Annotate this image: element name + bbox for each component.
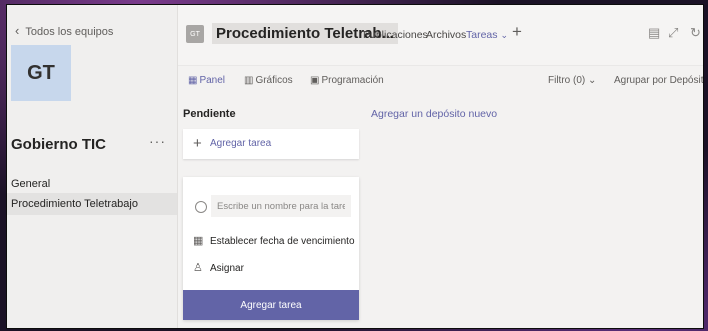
channel-header: GT Procedimiento Teletrab... Publicacion…: [178, 5, 703, 66]
plus-icon: +: [193, 135, 202, 152]
tab-publicaciones[interactable]: Publicaciones: [363, 29, 428, 41]
view-programacion-label: Programación: [321, 75, 384, 86]
expand-icon[interactable]: ⤢: [668, 25, 678, 41]
back-label: Todos los equipos: [25, 26, 114, 38]
add-task-button[interactable]: Agregar tarea: [183, 290, 359, 320]
back-to-teams-link[interactable]: ‹ Todos los equipos: [15, 23, 113, 38]
bucket-title: Pendiente: [183, 108, 236, 120]
add-task-card[interactable]: + Agregar tarea: [183, 129, 359, 159]
sidebar: ‹ Todos los equipos GT Gobierno TIC ··· G…: [7, 5, 178, 328]
calendar-icon: ▦: [193, 235, 204, 247]
sidebar-item-procedimiento-teletrabajo[interactable]: Procedimiento Teletrabajo: [7, 193, 177, 215]
view-programacion-button[interactable]: ▣ Programación: [310, 75, 384, 86]
add-bucket-link[interactable]: Agregar un depósito nuevo: [371, 108, 497, 120]
task-name-input[interactable]: [211, 195, 351, 217]
tab-archivos[interactable]: Archivos: [426, 29, 466, 41]
complete-radio[interactable]: [195, 201, 207, 213]
add-tab-button[interactable]: +: [512, 22, 522, 42]
refresh-icon[interactable]: ↻: [690, 25, 701, 41]
group-by-button[interactable]: Agrupar por Depósito ⌄: [614, 75, 704, 86]
view-graficos-button[interactable]: ▥ Gráficos: [244, 75, 293, 86]
assign-button[interactable]: ♙ Asignar: [193, 261, 244, 274]
chevron-left-icon: ‹: [15, 23, 20, 38]
chevron-down-icon: ⌄: [500, 30, 508, 40]
team-name: Gobierno TIC: [11, 136, 106, 153]
group-by-label: Agrupar por Depósito: [614, 75, 704, 86]
filter-label: Filtro (0): [548, 75, 586, 86]
assign-label: Asignar: [210, 263, 244, 274]
planner-toolbar: ▦ Panel ▥ Gráficos ▣ Programación Filtro (0…: [178, 65, 703, 95]
assign-icon: ♙: [193, 262, 203, 274]
view-graficos-label: Gráficos: [255, 75, 293, 86]
ellipsis-icon[interactable]: ···: [149, 133, 166, 149]
teams-window: ‹ Todos los equipos GT Gobierno TIC ··· G…: [6, 4, 704, 329]
tab-tareas-label: Tareas: [466, 29, 498, 41]
chart-icon: ▥: [244, 75, 254, 86]
view-panel-label: Panel: [199, 75, 226, 86]
add-task-label: Agregar tarea: [210, 138, 272, 149]
due-date-label: Establecer fecha de vencimiento: [210, 236, 355, 247]
due-date-button[interactable]: ▦ Establecer fecha de vencimiento: [193, 234, 355, 247]
new-task-form: ▦ Establecer fecha de vencimiento ♙ Asigna…: [183, 177, 359, 320]
schedule-icon: ▣: [310, 75, 320, 86]
team-avatar: GT: [11, 45, 71, 101]
tab-tareas[interactable]: Tareas ⌄: [466, 29, 508, 41]
conversation-icon[interactable]: ▤: [648, 25, 660, 41]
view-panel-button[interactable]: ▦ Panel: [188, 75, 225, 86]
chevron-down-icon: ⌄: [588, 75, 597, 86]
sidebar-item-general[interactable]: General: [7, 173, 177, 195]
channel-avatar: GT: [186, 25, 204, 43]
board-icon: ▦: [188, 75, 198, 86]
filter-button[interactable]: Filtro (0) ⌄: [548, 75, 596, 86]
